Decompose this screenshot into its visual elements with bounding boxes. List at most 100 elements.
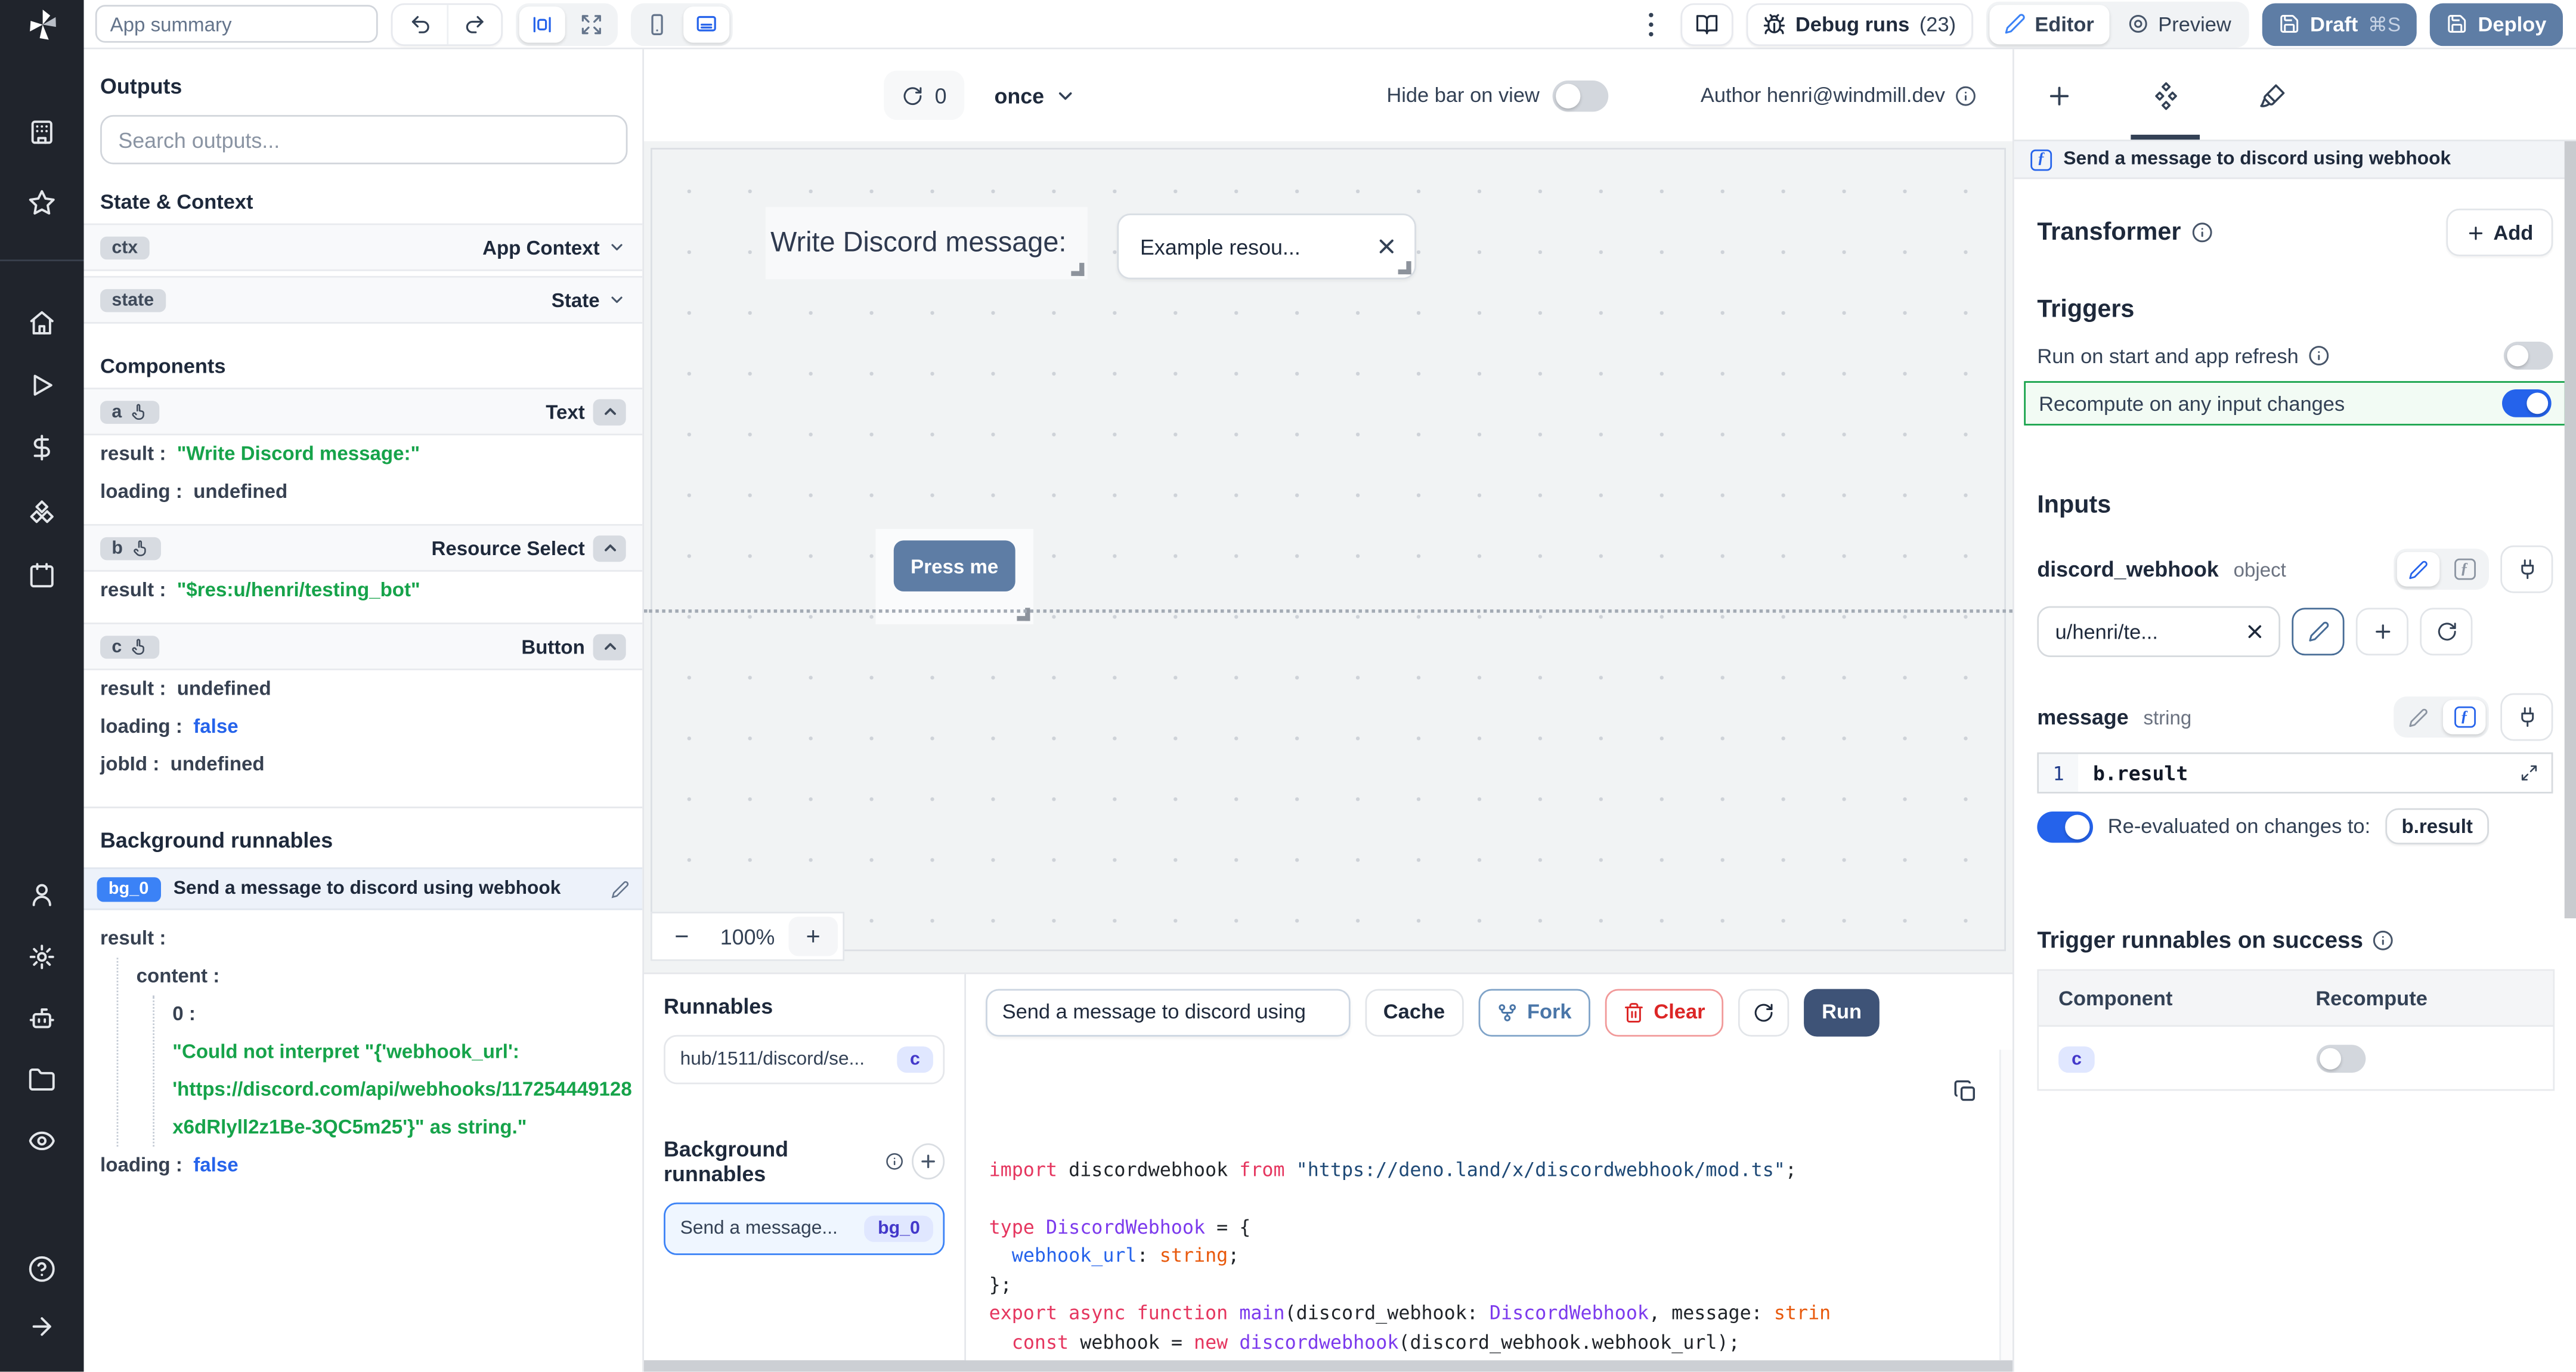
resources-cubes-icon[interactable] (0, 500, 84, 528)
zoom-out-button[interactable]: − (652, 913, 711, 959)
clear-x-icon[interactable] (2244, 621, 2265, 642)
windmill-logo-icon[interactable] (0, 7, 84, 43)
code-line (989, 1184, 2012, 1213)
app-summary-input[interactable] (95, 5, 378, 42)
favorites-star-icon[interactable] (0, 189, 84, 217)
code-editor[interactable]: import discordwebhook from "https://deno… (966, 1050, 2012, 1361)
expand-button[interactable] (568, 6, 614, 42)
pointer-hand-icon (131, 539, 149, 557)
code-vertical-scrollbar[interactable] (1999, 1050, 2012, 1361)
users-person-icon[interactable] (0, 881, 84, 909)
zoom-in-button[interactable]: + (788, 916, 838, 956)
collapse-chevron-up-icon[interactable] (593, 398, 626, 425)
undo-button[interactable] (392, 4, 447, 44)
static-pencil-button[interactable] (2397, 552, 2440, 587)
add-transformer-button[interactable]: Add (2445, 209, 2553, 256)
clear-x-icon[interactable] (1375, 235, 1398, 258)
component-c-chip[interactable]: c (2058, 1046, 2095, 1073)
audit-eye-icon[interactable] (0, 1127, 84, 1155)
run-mode-dropdown[interactable]: once (994, 83, 1075, 107)
plus-icon (2466, 222, 2485, 242)
run-button[interactable]: Run (1804, 988, 1880, 1036)
help-icon[interactable] (0, 1255, 84, 1283)
connect-plug-button[interactable] (2500, 693, 2553, 741)
desktop-view-button[interactable] (683, 6, 729, 42)
draft-save-button[interactable]: Draft ⌘S (2262, 2, 2417, 45)
output-row-ctx[interactable]: ctx App Context (84, 224, 643, 271)
eval-function-button[interactable]: ƒ (2443, 700, 2486, 735)
settings-gear-icon[interactable] (0, 943, 84, 971)
press-me-button[interactable]: Press me (894, 540, 1015, 591)
runs-play-icon[interactable] (0, 371, 84, 399)
resize-handle[interactable] (1398, 261, 1411, 274)
folders-icon[interactable] (0, 1066, 84, 1094)
redo-button[interactable] (447, 4, 501, 44)
component-outline-button[interactable] (519, 6, 565, 42)
edit-pencil-icon[interactable] (611, 879, 629, 897)
mobile-view-button[interactable] (634, 6, 680, 42)
fork-button[interactable]: Fork (1478, 988, 1590, 1036)
resource-picker[interactable]: u/henri/te... (2037, 606, 2280, 657)
app-canvas[interactable]: Write Discord message: Example resou... … (644, 141, 2012, 973)
docs-book-button[interactable] (1680, 2, 1733, 45)
search-outputs-input[interactable] (100, 115, 627, 165)
eval-function-button[interactable]: ƒ (2443, 552, 2486, 587)
background-runnable-row[interactable]: bg_0 Send a message to discord using web… (84, 868, 643, 910)
row-recompute-toggle[interactable] (2315, 1044, 2365, 1072)
edit-resource-pencil-button[interactable] (2292, 608, 2344, 655)
background-runnables-header: Background runnables (664, 1137, 945, 1187)
right-panel-scrollbar[interactable] (2565, 141, 2576, 918)
collapse-arrow-icon[interactable] (0, 1312, 84, 1340)
run-on-start-toggle[interactable] (2504, 342, 2553, 370)
output-row-state[interactable]: state State (84, 276, 643, 324)
resource-select-component[interactable]: Example resou... (1117, 213, 1416, 279)
bg-runnable-badge: bg_0 (865, 1216, 933, 1242)
component-header-c[interactable]: c Button (84, 622, 643, 670)
message-expression-editor[interactable]: 1 b.result (2037, 752, 2553, 794)
draft-label: Draft (2310, 13, 2358, 36)
create-resource-plus-button[interactable] (2356, 608, 2408, 655)
connect-plug-button[interactable] (2500, 546, 2553, 593)
variables-dollar-icon[interactable] (0, 433, 84, 462)
hide-bar-toggle[interactable] (1553, 80, 1609, 111)
tab-components-diamonds-icon[interactable] (2147, 77, 2184, 113)
home-icon[interactable] (0, 309, 84, 337)
tab-preview[interactable]: Preview (2112, 4, 2246, 44)
component-header-b[interactable]: b Resource Select (84, 524, 643, 572)
cache-button[interactable]: Cache (1365, 988, 1463, 1036)
tab-style-paintbrush-icon[interactable] (2254, 77, 2290, 113)
reevaluate-target-chip[interactable]: b.result (2385, 809, 2490, 845)
workers-robot-icon[interactable] (0, 1004, 84, 1032)
refresh-counter-button[interactable]: 0 (884, 70, 965, 120)
runnable-name-input[interactable] (986, 988, 1351, 1036)
deploy-button[interactable]: Deploy (2431, 2, 2563, 45)
static-pencil-button[interactable] (2397, 700, 2440, 735)
text-component[interactable]: Write Discord message: (766, 207, 1088, 279)
component-header-a[interactable]: a Text (84, 388, 643, 435)
clear-button[interactable]: Clear (1605, 988, 1723, 1036)
workspace-icon[interactable] (0, 118, 84, 146)
add-background-runnable-button[interactable] (911, 1144, 945, 1180)
collapse-chevron-up-icon[interactable] (593, 633, 626, 659)
schedules-calendar-icon[interactable] (0, 562, 84, 590)
recompute-toggle[interactable] (2502, 389, 2552, 417)
reload-resource-button[interactable] (2420, 608, 2472, 655)
tab-editor[interactable]: Editor (1989, 4, 2109, 44)
pointer-hand-icon (130, 637, 148, 655)
runnable-item[interactable]: hub/1511/discord/se... c (664, 1035, 945, 1085)
code-line: webhook_url: string; (989, 1242, 2012, 1271)
canvas-toolbar: 0 once Hide bar on view Author henri@win… (644, 49, 2012, 141)
resize-handle[interactable] (1071, 263, 1084, 276)
reevaluate-toggle[interactable] (2037, 811, 2093, 842)
more-options-kebab-icon[interactable] (1634, 4, 1667, 44)
horizontal-scrollbar[interactable] (644, 1360, 2012, 1371)
copy-code-icon[interactable] (1950, 1076, 1980, 1106)
message-expression: b.result (2078, 761, 2188, 785)
debug-runs-button[interactable]: Debug runs (23) (1746, 2, 1972, 45)
tab-add-plus-icon[interactable] (2041, 77, 2077, 113)
expand-editor-icon[interactable] (2520, 761, 2546, 787)
refresh-code-button[interactable] (1738, 988, 1789, 1036)
collapse-chevron-up-icon[interactable] (593, 535, 626, 561)
runnable-header-title: Send a message to discord using webhook (2063, 150, 2451, 169)
background-runnable-item-selected[interactable]: Send a message... bg_0 (664, 1203, 945, 1255)
